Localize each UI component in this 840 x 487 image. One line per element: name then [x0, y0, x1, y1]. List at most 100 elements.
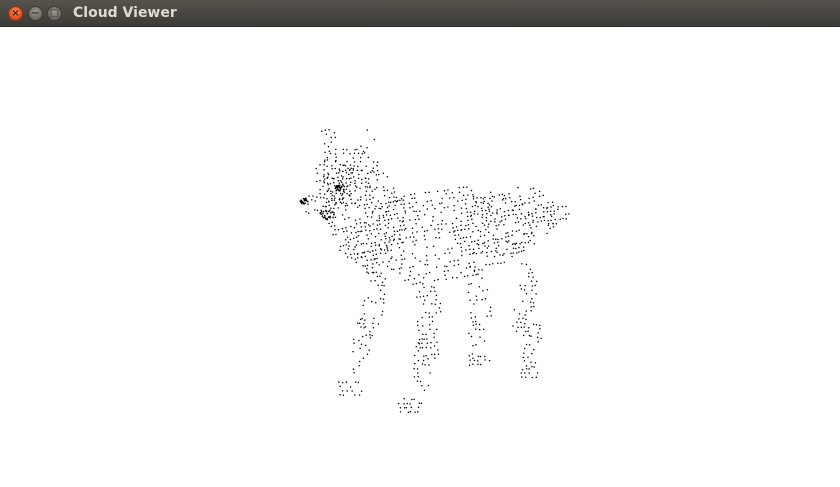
cloud-point — [468, 364, 471, 366]
cloud-point — [426, 208, 429, 210]
cloud-point — [458, 186, 460, 189]
cloud-point — [324, 218, 327, 220]
cloud-point — [334, 216, 337, 218]
cloud-point — [390, 243, 393, 246]
cloud-point — [365, 190, 368, 192]
close-icon: × — [11, 7, 20, 19]
title-bar[interactable]: × − □ Cloud Viewer — [0, 0, 840, 27]
cloud-point — [472, 321, 474, 323]
cloud-point — [462, 186, 465, 189]
cloud-point — [461, 254, 463, 257]
cloud-point — [302, 202, 305, 204]
cloud-point — [460, 271, 462, 274]
cloud-point — [361, 178, 363, 181]
cloud-point — [371, 250, 374, 252]
cloud-point — [404, 210, 406, 212]
cloud-point — [416, 411, 419, 413]
cloud-point — [335, 233, 337, 236]
cloud-point — [382, 261, 384, 263]
cloud-point — [369, 337, 372, 339]
cloud-point — [477, 229, 480, 232]
cloud-point — [361, 317, 363, 320]
cloud-point — [403, 407, 406, 409]
cloud-point — [339, 385, 341, 388]
cloud-point — [525, 318, 527, 321]
cloud-point — [365, 222, 367, 224]
point-cloud-viewport[interactable] — [0, 27, 840, 487]
maximize-button[interactable]: □ — [47, 6, 62, 21]
cloud-point — [375, 253, 378, 256]
cloud-point — [445, 278, 447, 281]
cloud-point — [546, 232, 548, 235]
cloud-point — [422, 283, 424, 285]
cloud-point — [359, 218, 361, 220]
cloud-point — [385, 237, 387, 240]
cloud-point — [520, 326, 523, 329]
cloud-point — [386, 265, 389, 268]
cloud-point — [482, 202, 485, 204]
cloud-point — [415, 282, 418, 285]
cloud-point — [528, 327, 530, 329]
cloud-point — [345, 188, 348, 190]
cloud-point — [363, 299, 366, 302]
cloud-point — [326, 165, 328, 168]
cloud-point — [518, 246, 520, 249]
cloud-point — [383, 249, 386, 251]
cloud-point — [344, 205, 347, 207]
cloud-point — [417, 376, 420, 378]
cloud-point — [470, 312, 472, 314]
cloud-point — [356, 186, 358, 188]
cloud-point — [382, 216, 385, 218]
cloud-point — [439, 302, 442, 305]
cloud-point — [419, 210, 421, 212]
cloud-point — [387, 218, 390, 221]
cloud-point — [486, 247, 489, 249]
cloud-point — [333, 131, 336, 134]
cloud-point — [362, 357, 365, 359]
cloud-point — [511, 230, 514, 232]
cloud-point — [429, 290, 432, 292]
cloud-point — [388, 205, 390, 207]
cloud-point — [360, 182, 363, 185]
cloud-point — [467, 291, 470, 294]
cloud-point — [366, 203, 368, 206]
cloud-point — [374, 207, 376, 210]
cloud-point — [338, 381, 340, 383]
cloud-point — [358, 394, 361, 396]
cloud-point — [354, 189, 356, 192]
cloud-point — [504, 202, 507, 204]
cloud-point — [373, 171, 375, 173]
cloud-point — [533, 366, 535, 368]
cloud-point — [349, 238, 352, 241]
cloud-point — [359, 187, 361, 190]
cloud-point — [376, 275, 379, 278]
cloud-point — [507, 235, 510, 238]
cloud-point — [342, 197, 345, 199]
cloud-point — [523, 360, 526, 362]
cloud-point — [551, 201, 554, 204]
cloud-point — [391, 235, 393, 237]
cloud-point — [417, 406, 420, 408]
cloud-point — [436, 328, 438, 331]
minimize-button[interactable]: − — [28, 6, 43, 21]
cloud-point — [379, 275, 381, 277]
cloud-point — [529, 239, 531, 242]
cloud-point — [320, 196, 322, 199]
cloud-point — [354, 202, 356, 205]
cloud-point — [431, 204, 434, 206]
cloud-point — [542, 194, 545, 197]
cloud-point — [312, 195, 314, 197]
cloud-point — [333, 207, 335, 210]
cloud-point — [490, 206, 493, 208]
cloud-point — [412, 283, 414, 285]
close-button[interactable]: × — [8, 6, 23, 21]
cloud-point — [550, 215, 553, 217]
cloud-point — [426, 246, 428, 248]
cloud-point — [398, 229, 401, 231]
cloud-point — [457, 229, 459, 232]
cloud-point — [457, 234, 460, 236]
cloud-point — [410, 193, 412, 196]
cloud-point — [371, 169, 374, 172]
cloud-point — [341, 194, 343, 197]
cloud-point — [342, 244, 345, 247]
